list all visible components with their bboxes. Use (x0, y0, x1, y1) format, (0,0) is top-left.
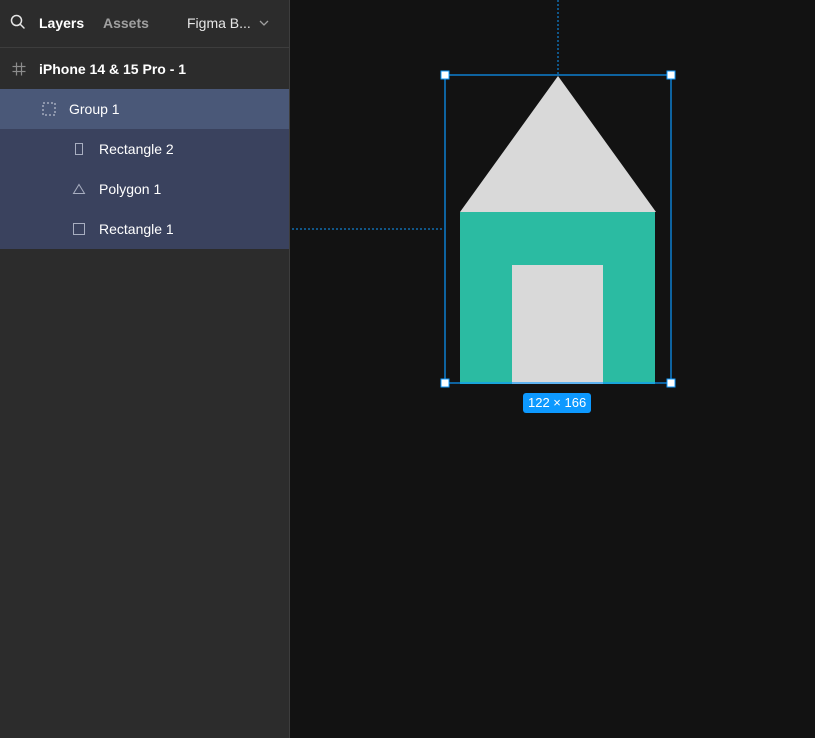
canvas-artwork (292, 0, 676, 388)
layer-label: Group 1 (69, 101, 120, 117)
resize-handle-top-left[interactable] (440, 70, 450, 80)
layer-row-polygon-1[interactable]: Polygon 1 (0, 169, 289, 209)
search-icon (10, 14, 25, 29)
resize-handle-bottom-left[interactable] (440, 378, 450, 388)
tab-layers[interactable]: Layers (39, 15, 84, 31)
layer-label: Rectangle 1 (99, 221, 174, 237)
layer-label: Rectangle 2 (99, 141, 174, 157)
design-canvas[interactable]: 122 × 166 (290, 0, 815, 738)
roof-polygon[interactable] (460, 76, 656, 212)
resize-handle-bottom-right[interactable] (666, 378, 676, 388)
layer-row-rectangle-2[interactable]: Rectangle 2 (0, 129, 289, 169)
search-button[interactable] (9, 13, 27, 31)
rectangle-icon (75, 143, 83, 155)
triangle-icon (72, 183, 86, 194)
page-selector-label: Figma B... (187, 15, 251, 31)
layers-panel: Layers Assets Figma B... iPhone 14 & 15 … (0, 0, 290, 738)
tab-assets[interactable]: Assets (103, 15, 149, 31)
layer-row-group[interactable]: Group 1 (0, 89, 289, 129)
layer-row-rectangle-1[interactable]: Rectangle 1 (0, 209, 289, 249)
page-selector[interactable]: Figma B... (187, 15, 269, 31)
resize-handle-top-right[interactable] (666, 70, 676, 80)
chevron-down-icon (259, 20, 269, 26)
panel-header: Layers Assets Figma B... (0, 0, 289, 48)
layer-label: iPhone 14 & 15 Pro - 1 (39, 61, 187, 77)
selection-size-badge: 122 × 166 (523, 393, 592, 413)
rectangle-icon (73, 223, 85, 235)
layer-row-frame[interactable]: iPhone 14 & 15 Pro - 1 (0, 49, 289, 89)
frame-hash-icon (12, 62, 26, 76)
group-dashed-icon (42, 102, 56, 116)
door-rectangle[interactable] (512, 265, 603, 384)
layer-label: Polygon 1 (99, 181, 162, 197)
